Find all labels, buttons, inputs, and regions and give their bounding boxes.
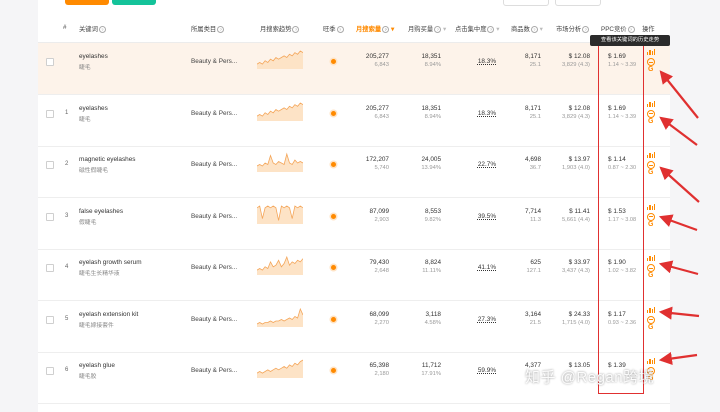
arrow-7 <box>658 351 698 366</box>
arrow-5 <box>658 260 699 276</box>
arrow-3 <box>659 166 700 203</box>
annotation-arrows <box>658 70 700 366</box>
history-trend-tooltip: 查看该关键词的历史走势 <box>590 35 670 46</box>
arrow-4 <box>658 214 698 232</box>
watermark: 知乎 @Regan跨境 <box>525 369 655 386</box>
arrow-2 <box>659 116 698 146</box>
arrow-1 <box>659 70 699 119</box>
arrow-6 <box>658 306 700 320</box>
